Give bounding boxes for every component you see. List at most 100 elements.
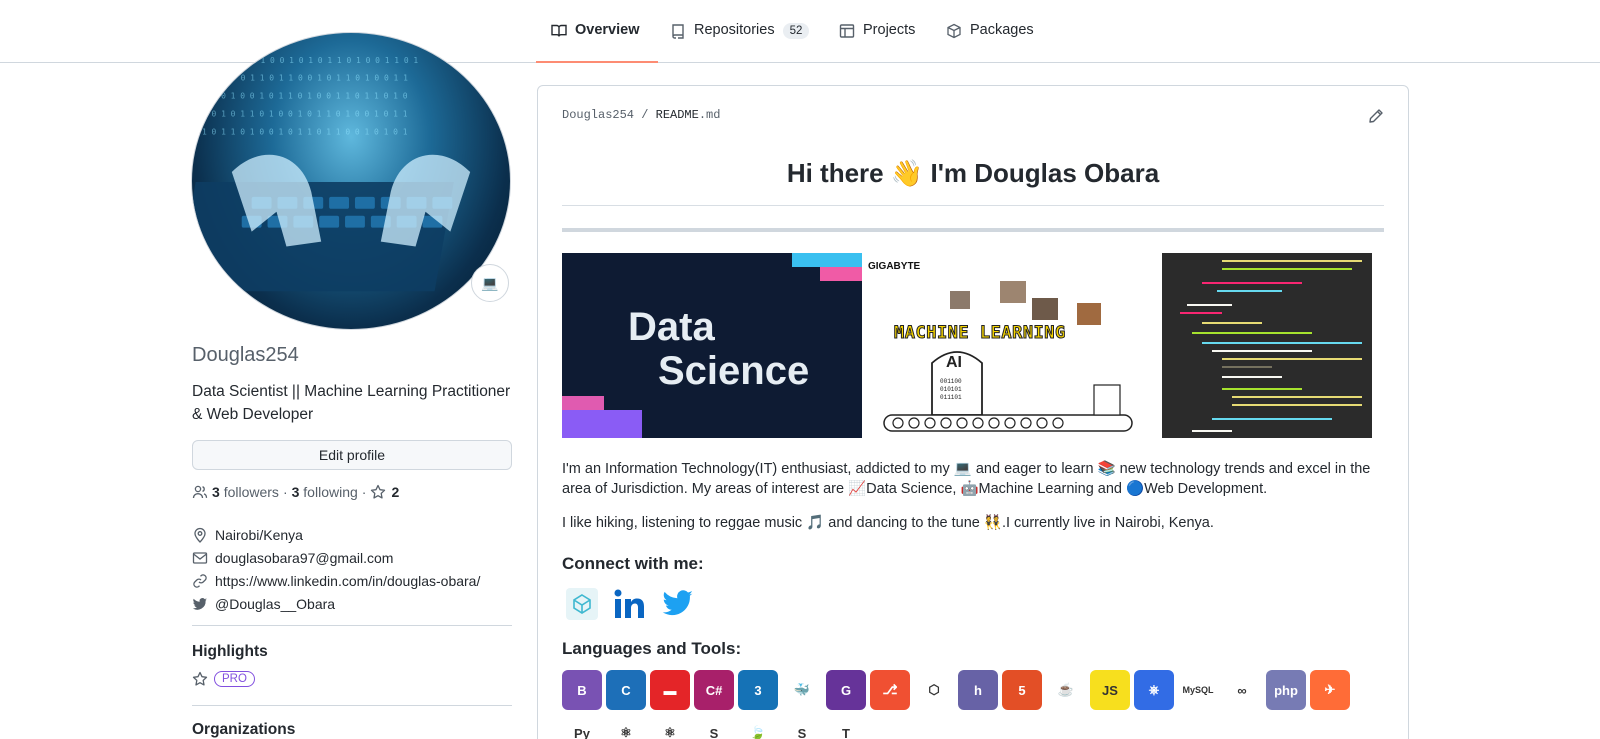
twitter-link[interactable]: @Douglas__Obara [215, 596, 335, 612]
git-icon[interactable]: ⎇ [870, 670, 910, 710]
tab-repositories[interactable]: Repositories 52 [670, 22, 810, 62]
docker-icon[interactable]: 🐳 [782, 670, 822, 710]
codepen-icon[interactable] [562, 584, 602, 624]
accent-block [792, 253, 862, 267]
svg-text:011101: 011101 [940, 394, 962, 401]
followers-label: followers [223, 484, 279, 500]
book-icon [551, 24, 567, 37]
tab-overview-label: Overview [575, 22, 640, 38]
bootstrap-icon[interactable]: B [562, 670, 602, 710]
accent-block [562, 410, 642, 438]
graphql-icon[interactable]: ⬡ [914, 670, 954, 710]
csharp-icon[interactable]: C# [694, 670, 734, 710]
readme-greeting: Hi there 👋 I'm Douglas Obara [562, 158, 1384, 189]
organizations-heading: Organizations [192, 721, 296, 738]
separator: · [282, 484, 288, 500]
website-link[interactable]: https://www.linkedin.com/in/douglas-obar… [215, 573, 480, 589]
readme-intro: I'm an Information Technology(IT) enthus… [562, 461, 1371, 497]
svg-text:1 1 0 1 0 0 1 0 1 1 0 1 0 0 1: 1 1 0 1 0 0 1 0 1 1 0 1 0 0 1 1 0 1 1 0 … [202, 92, 408, 101]
laptop-icon: 💻 [481, 274, 499, 291]
email-item[interactable]: douglasobara97@gmail.com [192, 546, 480, 569]
robot-conveyor-illustration: AI 001100 010101 011101 [883, 351, 1133, 432]
accent-block [820, 267, 862, 281]
machine-learning-banner: GIGABYTE MACHINE LEARNING AI 001100 0101… [862, 253, 1162, 438]
mysql-icon[interactable]: MySQL [1178, 670, 1218, 710]
kubernetes-icon[interactable]: ⎈ [1134, 670, 1174, 710]
profile-bio: Data Scientist || Machine Learning Pract… [192, 383, 511, 423]
tab-repositories-label: Repositories [694, 22, 775, 38]
couchdb-icon[interactable]: ▬ [650, 670, 690, 710]
tab-packages-label: Packages [970, 22, 1034, 38]
connect-heading: Connect with me: [562, 554, 704, 573]
twitter-icon[interactable] [658, 584, 698, 624]
website-item[interactable]: https://www.linkedin.com/in/douglas-obar… [192, 569, 480, 592]
svg-text:0 1 0 0 1 1 0 1 1 0 0 1 0 1 1: 0 1 0 0 1 1 0 1 1 0 0 1 0 1 1 0 1 0 0 1 … [212, 74, 408, 83]
people-icon [192, 485, 208, 499]
table-icon [839, 24, 855, 38]
postman-icon[interactable]: ✈ [1310, 670, 1350, 710]
mail-icon [192, 551, 208, 564]
code-lines-illustration [1180, 260, 1362, 432]
location-text: Nairobi/Kenya [215, 526, 303, 543]
tab-packages[interactable]: Packages [946, 22, 1034, 62]
gigabyte-logo: GIGABYTE [868, 261, 921, 272]
greeting-pre: Hi there [786, 158, 884, 188]
profile-tab-nav: Overview Repositories 52 Projects Packag… [0, 0, 1600, 63]
highlights-heading: Highlights [192, 643, 268, 660]
wave-icon: 👋 [890, 158, 924, 188]
stars-count: 2 [391, 484, 400, 500]
svg-text:1 0 1 1 0 0 1 0 1 0 1 1 0 1 0: 1 0 1 1 0 0 1 0 1 0 1 1 0 1 0 0 1 1 0 1 [232, 56, 419, 65]
readme-file-link[interactable]: README.md [656, 108, 721, 122]
readme-file-ext: .md [698, 108, 721, 122]
html5-icon[interactable]: 5 [1002, 670, 1042, 710]
readme-file-name: README [655, 108, 699, 122]
swift-icon[interactable]: S [782, 713, 822, 739]
pencil-icon[interactable] [1368, 108, 1384, 124]
data-science-banner: Data Science [562, 253, 862, 438]
c-icon[interactable]: C [606, 670, 646, 710]
stars-link[interactable]: 2 [370, 484, 399, 500]
twitter-item[interactable]: @Douglas__Obara [192, 592, 480, 615]
package-icon [947, 23, 961, 39]
tab-projects[interactable]: Projects [839, 22, 915, 62]
location-icon [194, 527, 206, 543]
following-label: following [303, 484, 358, 500]
tab-overview[interactable]: Overview [536, 22, 657, 63]
heroku-icon[interactable]: h [958, 670, 998, 710]
avatar[interactable]: 1 0 1 1 0 0 1 0 1 0 1 1 0 1 0 0 1 1 0 1 … [191, 32, 511, 330]
follow-stats: 3 followers · 3 following · 2 [192, 484, 399, 500]
javascript-icon[interactable]: JS [1090, 670, 1130, 710]
readme-hobbies: I like hiking, listening to reggae music… [562, 515, 1214, 531]
svg-text:1 0 1 1 0 1 0 0 1 0 1 1 0 1 1: 1 0 1 1 0 1 0 0 1 0 1 1 0 1 1 0 0 1 0 1 … [202, 127, 408, 136]
robot-ai-label: AI [946, 354, 962, 371]
sidebar-divider [192, 705, 512, 706]
separator: · [361, 484, 367, 500]
css3-icon[interactable]: 3 [738, 670, 778, 710]
machine-learning-title: MACHINE LEARNING [894, 323, 1066, 344]
following-link[interactable]: 3 following [292, 484, 358, 500]
java-icon[interactable]: ☕ [1046, 670, 1086, 710]
reactnative-icon[interactable]: ⚛ [650, 713, 690, 739]
readme-owner-link[interactable]: Douglas254 [562, 108, 634, 122]
photo-thumbnail [1032, 298, 1058, 320]
status-emoji-button[interactable]: 💻 [471, 264, 509, 302]
edit-profile-button[interactable]: Edit profile [192, 440, 512, 470]
star-icon [371, 484, 386, 499]
spring-icon[interactable]: 🍃 [738, 713, 778, 739]
tensorflow-icon[interactable]: T [826, 713, 866, 739]
linkedin-icon[interactable] [610, 584, 650, 624]
social-links [562, 584, 698, 624]
accent-block [562, 396, 604, 410]
gatsby-icon[interactable]: G [826, 670, 866, 710]
email-link[interactable]: douglasobara97@gmail.com [215, 550, 393, 566]
pro-badge[interactable]: PRO [214, 671, 255, 687]
php-icon[interactable]: php [1266, 670, 1306, 710]
greeting-post: I'm Douglas Obara [930, 158, 1160, 188]
react-icon[interactable]: ⚛ [606, 713, 646, 739]
nodered-icon[interactable]: ∞ [1222, 670, 1262, 710]
banner-line-1: Data [628, 305, 715, 349]
python-icon[interactable]: Py [562, 713, 602, 739]
profile-readme: Douglas254 / README.md Hi there 👋 I'm Do… [537, 85, 1409, 739]
sass-icon[interactable]: S [694, 713, 734, 739]
followers-link[interactable]: 3 followers [212, 484, 279, 500]
